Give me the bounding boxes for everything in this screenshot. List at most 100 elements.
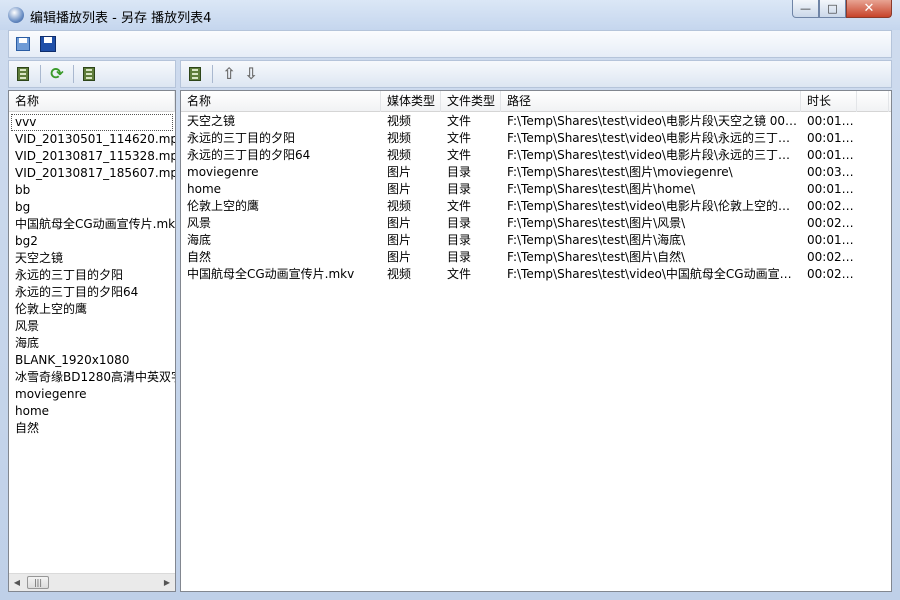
- cell-duration: 00:01:05: [807, 233, 857, 247]
- list-item[interactable]: 自然: [9, 420, 175, 437]
- cell-media-type: 图片: [387, 233, 412, 247]
- list-item[interactable]: 伦敦上空的鹰: [9, 301, 175, 318]
- horizontal-scrollbar[interactable]: ◀ ||| ▶: [9, 573, 175, 591]
- list-item[interactable]: bg2: [9, 233, 175, 250]
- cell-duration: 00:03:05: [807, 165, 857, 179]
- cell-path: F:\Temp\Shares\test\图片\海底\: [507, 233, 686, 247]
- list-item[interactable]: VID_20130817_115328.mp4: [9, 148, 175, 165]
- cell-name: 天空之镜: [187, 114, 236, 128]
- cell-duration: 00:01:05: [807, 182, 857, 196]
- move-up-icon[interactable]: ⇧: [220, 65, 238, 83]
- list-item[interactable]: 永远的三丁目的夕阳: [9, 267, 175, 284]
- cell-file-type: 目录: [447, 182, 472, 196]
- cell-duration: 00:02:35: [807, 216, 857, 230]
- list-item[interactable]: home: [9, 403, 175, 420]
- table-row[interactable]: 永远的三丁目的夕阳 视频 文件 F:\Temp\Shares\test\video\电…: [181, 130, 891, 147]
- column-header-duration[interactable]: 时长: [801, 91, 857, 112]
- table-row[interactable]: 风景 图片 目录 F:\Temp\Shares\test\图片\风景\ 00:02:35: [181, 215, 891, 232]
- cell-file-type: 目录: [447, 250, 472, 264]
- cell-name: 风景: [187, 216, 212, 230]
- table-row[interactable]: 天空之镜 视频 文件 F:\Temp\Shares\test\video\电影片段\天…: [181, 113, 891, 130]
- cell-name: 永远的三丁目的夕阳: [187, 131, 296, 145]
- cell-path: F:\Temp\Shares\test\图片\风景\: [507, 216, 686, 230]
- cell-path: F:\Temp\Shares\test\图片\home\: [507, 182, 696, 196]
- close-button[interactable]: ✕: [846, 0, 892, 18]
- list-item[interactable]: BLANK_1920x1080: [9, 352, 175, 369]
- table-row[interactable]: home 图片 目录 F:\Temp\Shares\test\图片\home\ 00:0…: [181, 181, 891, 198]
- list-item[interactable]: 永远的三丁目的夕阳64: [9, 284, 175, 301]
- column-header-name[interactable]: 名称: [181, 91, 381, 112]
- main-toolbar: [8, 30, 892, 58]
- source-items: vvv VID_20130501_114620.mp4 VID_20130817_1…: [9, 112, 175, 437]
- playlist-header: 名称 媒体类型 文件类型 路径 时长: [181, 91, 891, 112]
- minimize-button[interactable]: —: [792, 0, 819, 18]
- cell-duration: 00:02:10: [807, 199, 857, 213]
- list-item[interactable]: 冰雪奇缘BD1280高清中英双字: [9, 369, 175, 386]
- cell-duration: 00:02:50: [807, 250, 857, 264]
- playlist-toolbar: ⇧ ⇩: [180, 60, 892, 88]
- cell-media-type: 视频: [387, 131, 412, 145]
- cell-file-type: 文件: [447, 131, 472, 145]
- table-row[interactable]: moviegenre 图片 目录 F:\Temp\Shares\test\图片\mov…: [181, 164, 891, 181]
- maximize-button[interactable]: □: [819, 0, 846, 18]
- save-as-icon[interactable]: [15, 35, 33, 53]
- list-item[interactable]: bg: [9, 199, 175, 216]
- cell-path: F:\Temp\Shares\test\图片\moviegenre\: [507, 165, 733, 179]
- cell-path: F:\Temp\Shares\test\video\电影片段\永远的三丁目的..…: [507, 131, 801, 145]
- move-down-icon[interactable]: ⇩: [242, 65, 260, 83]
- list-item[interactable]: VID_20130501_114620.mp4: [9, 131, 175, 148]
- cell-name: 永远的三丁目的夕阳64: [187, 148, 311, 162]
- list-item[interactable]: 海底: [9, 335, 175, 352]
- list-item[interactable]: 天空之镜: [9, 250, 175, 267]
- list-item[interactable]: 风景: [9, 318, 175, 335]
- column-header-path[interactable]: 路径: [501, 91, 801, 112]
- table-row[interactable]: 海底 图片 目录 F:\Temp\Shares\test\图片\海底\ 00:01:05: [181, 232, 891, 249]
- table-row[interactable]: 中国航母全CG动画宣传片.mkv 视频 文件 F:\Temp\Shares\test\…: [181, 266, 891, 283]
- toolbar-separator: [212, 65, 213, 83]
- app-icon: [8, 7, 24, 23]
- add-media-icon[interactable]: [15, 65, 33, 83]
- scroll-right-arrow[interactable]: ▶: [159, 574, 175, 591]
- source-list: 名称 vvv VID_20130501_114620.mp4 VID_2013081…: [8, 90, 176, 592]
- scroll-thumb[interactable]: |||: [27, 576, 49, 589]
- add-to-playlist-icon[interactable]: [81, 65, 99, 83]
- list-item[interactable]: moviegenre: [9, 386, 175, 403]
- cell-file-type: 目录: [447, 233, 472, 247]
- edit-playlist-window: 编辑播放列表 - 另存 播放列表4 — □ ✕ ⟳ 名称 vvv VID_2013…: [0, 0, 900, 600]
- toolbar-separator: [40, 65, 41, 83]
- window-controls: — □ ✕: [792, 0, 892, 20]
- cell-name: 自然: [187, 250, 212, 264]
- playlist-table: 名称 媒体类型 文件类型 路径 时长 天空之镜 视频 文件 F:\Temp\Share…: [180, 90, 892, 592]
- save-icon[interactable]: [39, 35, 57, 53]
- column-header-file-type[interactable]: 文件类型: [441, 91, 501, 112]
- cell-path: F:\Temp\Shares\test\video\电影片段\天空之镜 00_1…: [507, 114, 801, 128]
- cell-media-type: 图片: [387, 165, 412, 179]
- cell-media-type: 视频: [387, 267, 412, 281]
- list-item[interactable]: bb: [9, 182, 175, 199]
- table-row[interactable]: 永远的三丁目的夕阳64 视频 文件 F:\Temp\Shares\test\video…: [181, 147, 891, 164]
- refresh-icon[interactable]: ⟳: [48, 65, 66, 83]
- playlist-rows: 天空之镜 视频 文件 F:\Temp\Shares\test\video\电影片段\天…: [181, 112, 891, 283]
- cell-name: 伦敦上空的鹰: [187, 199, 260, 213]
- list-item[interactable]: 中国航母全CG动画宣传片.mkv: [9, 216, 175, 233]
- table-row[interactable]: 自然 图片 目录 F:\Temp\Shares\test\图片\自然\ 00:02:50: [181, 249, 891, 266]
- cell-path: F:\Temp\Shares\test\video\中国航母全CG动画宣传片..…: [507, 267, 801, 281]
- scroll-left-arrow[interactable]: ◀: [9, 574, 25, 591]
- cell-media-type: 图片: [387, 182, 412, 196]
- cell-media-type: 图片: [387, 216, 412, 230]
- column-header-filler: [857, 91, 889, 112]
- cell-duration: 00:02:35: [807, 267, 857, 281]
- remove-media-icon[interactable]: [187, 65, 205, 83]
- cell-file-type: 文件: [447, 114, 472, 128]
- column-header-name[interactable]: 名称: [9, 91, 175, 112]
- cell-name: moviegenre: [187, 165, 259, 179]
- list-item[interactable]: VID_20130817_185607.mp4: [9, 165, 175, 182]
- cell-file-type: 文件: [447, 148, 472, 162]
- cell-media-type: 图片: [387, 250, 412, 264]
- source-list-header: 名称: [9, 91, 175, 112]
- list-item[interactable]: vvv: [11, 114, 173, 131]
- cell-name: home: [187, 182, 222, 196]
- table-row[interactable]: 伦敦上空的鹰 视频 文件 F:\Temp\Shares\test\video\电影片段…: [181, 198, 891, 215]
- cell-duration: 00:01:10: [807, 131, 857, 145]
- column-header-media-type[interactable]: 媒体类型: [381, 91, 441, 112]
